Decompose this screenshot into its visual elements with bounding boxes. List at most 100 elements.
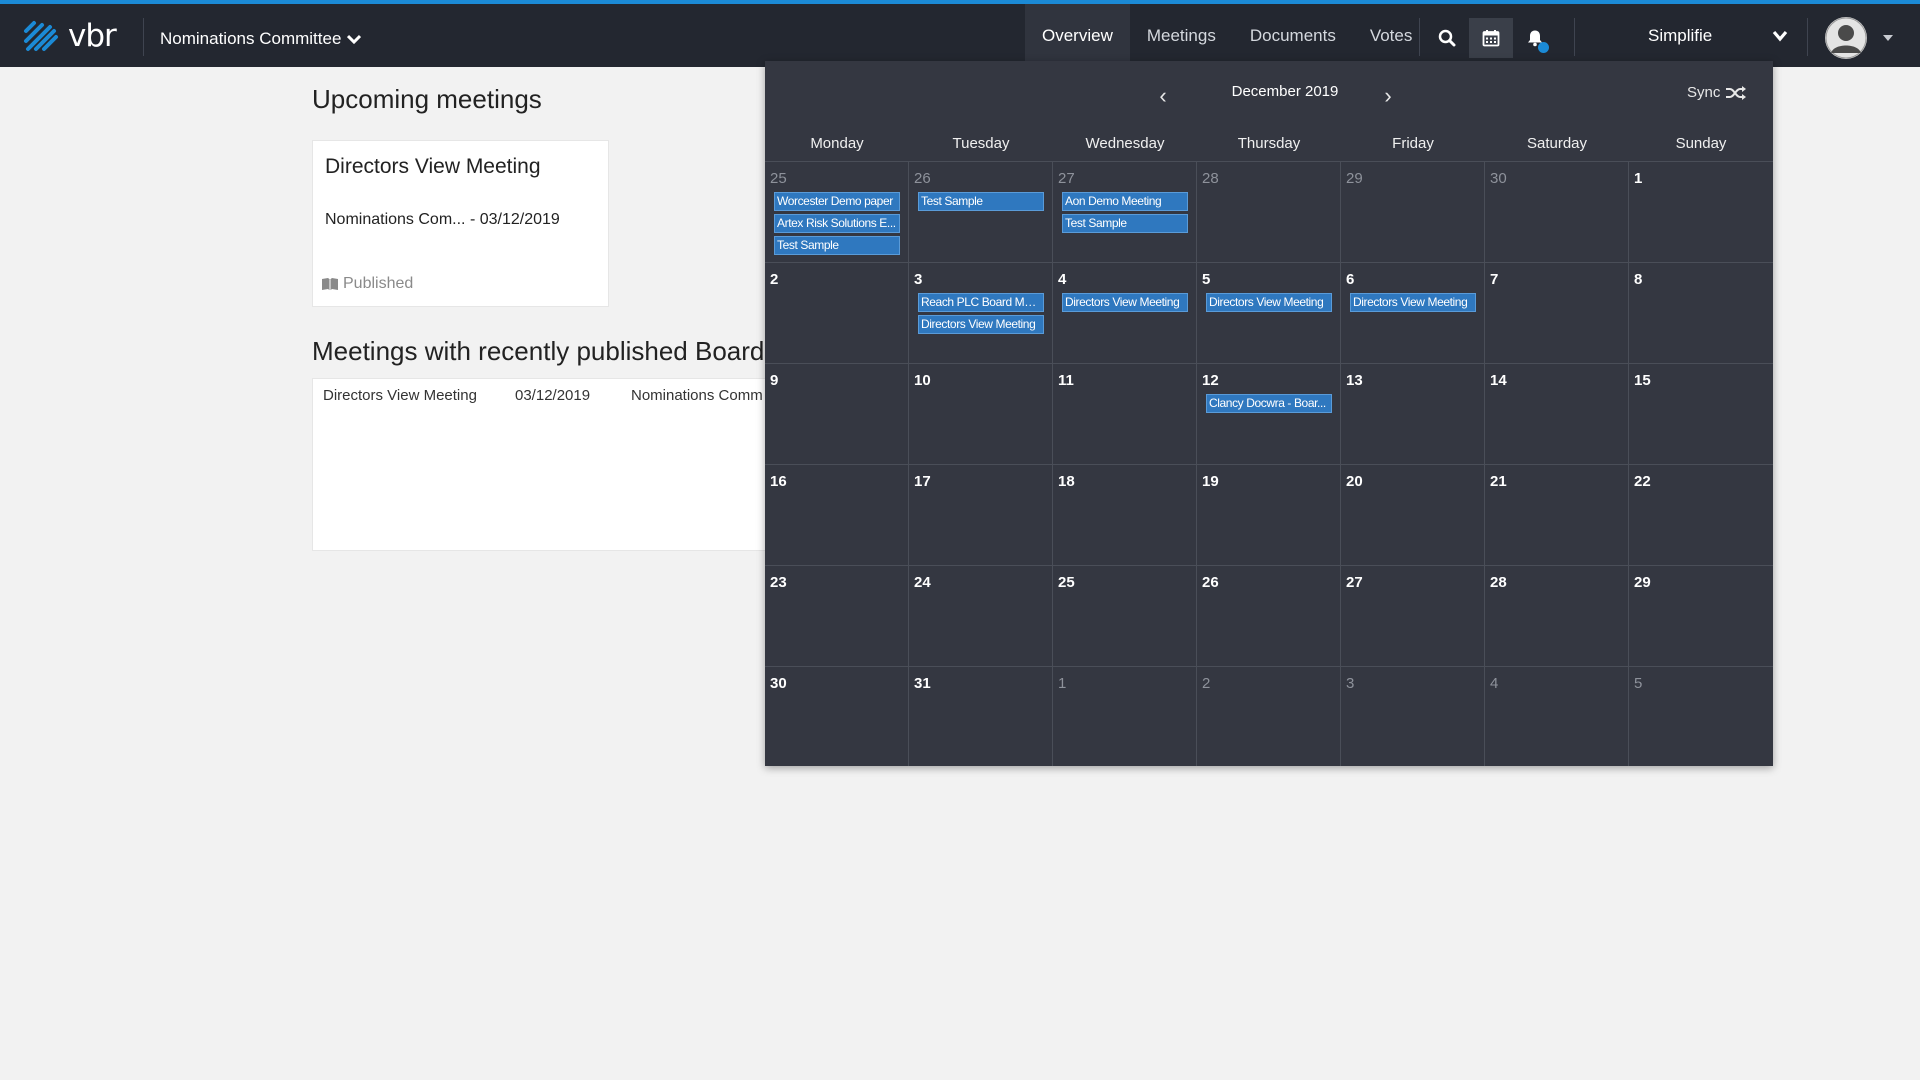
user-menu-chevron-down-icon[interactable]	[1772, 30, 1788, 42]
avatar-caret-icon[interactable]	[1883, 35, 1893, 41]
calendar-day-cell[interactable]: 21	[1485, 465, 1629, 565]
calendar-day-number: 9	[770, 372, 779, 389]
divider	[143, 18, 144, 56]
divider	[1419, 18, 1420, 56]
calendar-day-cell[interactable]: 25	[1053, 566, 1197, 666]
search-icon	[1438, 29, 1456, 47]
calendar-day-cell[interactable]: 3 Reach PLC Board Mee... Directors View Me…	[909, 263, 1053, 363]
calendar-event-list: Directors View Meeting	[1350, 293, 1476, 315]
table-row[interactable]: Directors View Meeting 03/12/2019 Nomina…	[313, 379, 773, 413]
calendar-day-cell[interactable]: 2	[1197, 667, 1341, 766]
calendar-day-number: 27	[1346, 574, 1363, 591]
calendar-week-row: 9 10 11 12 Clancy Docwra - Boar... 13 14 15	[765, 363, 1773, 464]
sync-label: Sync	[1687, 84, 1721, 101]
calendar-day-cell[interactable]: 23	[765, 566, 909, 666]
calendar-day-cell[interactable]: 27 Aon Demo Meeting Test Sample	[1053, 162, 1197, 262]
vbr-logo[interactable]: vbr	[22, 16, 162, 56]
search-button[interactable]	[1425, 18, 1469, 58]
calendar-day-cell[interactable]: 1	[1053, 667, 1197, 766]
calendar-event[interactable]: Directors View Meeting	[1350, 293, 1476, 312]
chevron-down-icon	[347, 34, 362, 44]
calendar-grid: 25 Worcester Demo paper Artex Risk Solutio…	[765, 161, 1773, 766]
book-icon	[322, 277, 338, 290]
calendar-day-cell[interactable]: 30	[765, 667, 909, 766]
calendar-day-cell[interactable]: 30	[1485, 162, 1629, 262]
calendar-day-cell[interactable]: 11	[1053, 364, 1197, 464]
calendar-day-cell[interactable]: 14	[1485, 364, 1629, 464]
avatar[interactable]	[1825, 17, 1867, 59]
calendar-day-cell[interactable]: 10	[909, 364, 1053, 464]
sync-button[interactable]: Sync	[1687, 84, 1747, 101]
calendar-day-cell[interactable]: 15	[1629, 364, 1773, 464]
divider	[1574, 18, 1575, 56]
calendar-day-cell[interactable]: 26 Test Sample	[909, 162, 1053, 262]
calendar-day-cell[interactable]: 22	[1629, 465, 1773, 565]
calendar-popup: ‹ December 2019 › Sync Monday Tuesday Wedn…	[765, 61, 1773, 766]
recent-meetings-heading: Meetings with recently published Board	[312, 336, 765, 366]
day-of-week-label: Monday	[810, 135, 864, 152]
tab-meetings[interactable]: Meetings	[1130, 4, 1233, 67]
calendar-day-number: 21	[1490, 473, 1507, 490]
calendar-day-cell[interactable]: 29	[1341, 162, 1485, 262]
calendar-day-cell[interactable]: 16	[765, 465, 909, 565]
calendar-day-cell[interactable]: 27	[1341, 566, 1485, 666]
calendar-event[interactable]: Directors View Meeting	[1206, 293, 1332, 312]
meeting-card[interactable]: Directors View Meeting Nominations Com..…	[312, 140, 609, 307]
calendar-day-cell[interactable]: 3	[1341, 667, 1485, 766]
calendar-event-list: Directors View Meeting	[1206, 293, 1332, 315]
calendar-day-cell[interactable]: 5	[1629, 667, 1773, 766]
calendar-day-number: 25	[770, 170, 787, 187]
calendar-day-cell[interactable]: 20	[1341, 465, 1485, 565]
calendar-day-cell[interactable]: 4	[1485, 667, 1629, 766]
calendar-day-number: 7	[1490, 271, 1499, 288]
calendar-day-cell[interactable]: 2	[765, 263, 909, 363]
calendar-day-cell[interactable]: 9	[765, 364, 909, 464]
next-month-button[interactable]: ›	[1373, 81, 1403, 111]
calendar-event[interactable]: Clancy Docwra - Boar...	[1206, 394, 1332, 413]
meeting-card-title: Directors View Meeting	[325, 155, 541, 178]
upcoming-meetings-heading: Upcoming meetings	[312, 84, 542, 114]
calendar-day-cell[interactable]: 5 Directors View Meeting	[1197, 263, 1341, 363]
calendar-event[interactable]: Worcester Demo paper	[774, 192, 900, 211]
calendar-event[interactable]: Reach PLC Board Mee...	[918, 293, 1044, 312]
calendar-day-cell[interactable]: 25 Worcester Demo paper Artex Risk Solutio…	[765, 162, 909, 262]
calendar-day-cell[interactable]: 19	[1197, 465, 1341, 565]
calendar-day-cell[interactable]: 6 Directors View Meeting	[1341, 263, 1485, 363]
calendar-day-number: 2	[770, 271, 779, 288]
notifications-button[interactable]	[1513, 18, 1557, 58]
calendar-day-cell[interactable]: 7	[1485, 263, 1629, 363]
tab-votes[interactable]: Votes	[1353, 4, 1430, 67]
calendar-week-row: 2 3 Reach PLC Board Mee... Directors View M…	[765, 262, 1773, 363]
calendar-day-cell[interactable]: 4 Directors View Meeting	[1053, 263, 1197, 363]
prev-month-button[interactable]: ‹	[1148, 81, 1178, 111]
calendar-day-cell[interactable]: 12 Clancy Docwra - Boar...	[1197, 364, 1341, 464]
calendar-day-cell[interactable]: 17	[909, 465, 1053, 565]
calendar-event[interactable]: Test Sample	[774, 236, 900, 255]
tab-documents[interactable]: Documents	[1233, 4, 1353, 67]
calendar-day-cell[interactable]: 28	[1485, 566, 1629, 666]
calendar-day-cell[interactable]: 31	[909, 667, 1053, 766]
calendar-day-cell[interactable]: 26	[1197, 566, 1341, 666]
calendar-day-cell[interactable]: 28	[1197, 162, 1341, 262]
calendar-event[interactable]: Aon Demo Meeting	[1062, 192, 1188, 211]
calendar-day-cell[interactable]: 13	[1341, 364, 1485, 464]
calendar-event[interactable]: Directors View Meeting	[918, 315, 1044, 334]
tab-overview[interactable]: Overview	[1025, 4, 1130, 67]
calendar-day-cell[interactable]: 29	[1629, 566, 1773, 666]
calendar-day-number: 5	[1202, 271, 1211, 288]
calendar-event[interactable]: Artex Risk Solutions E...	[774, 214, 900, 233]
calendar-day-number: 30	[1490, 170, 1507, 187]
calendar-day-cell[interactable]: 1	[1629, 162, 1773, 262]
calendar-day-cell[interactable]: 8	[1629, 263, 1773, 363]
calendar-day-cell[interactable]: 24	[909, 566, 1053, 666]
calendar-event[interactable]: Directors View Meeting	[1062, 293, 1188, 312]
calendar-event[interactable]: Test Sample	[1062, 214, 1188, 233]
calendar-event[interactable]: Test Sample	[918, 192, 1044, 211]
calendar-day-number: 29	[1346, 170, 1363, 187]
calendar-day-number: 28	[1202, 170, 1219, 187]
calendar-day-number: 23	[770, 574, 787, 591]
calendar-button[interactable]	[1469, 18, 1513, 58]
calendar-day-cell[interactable]: 18	[1053, 465, 1197, 565]
calendar-event-list: Aon Demo Meeting Test Sample	[1062, 192, 1188, 236]
committee-selector[interactable]: Nominations Committee	[160, 24, 362, 54]
